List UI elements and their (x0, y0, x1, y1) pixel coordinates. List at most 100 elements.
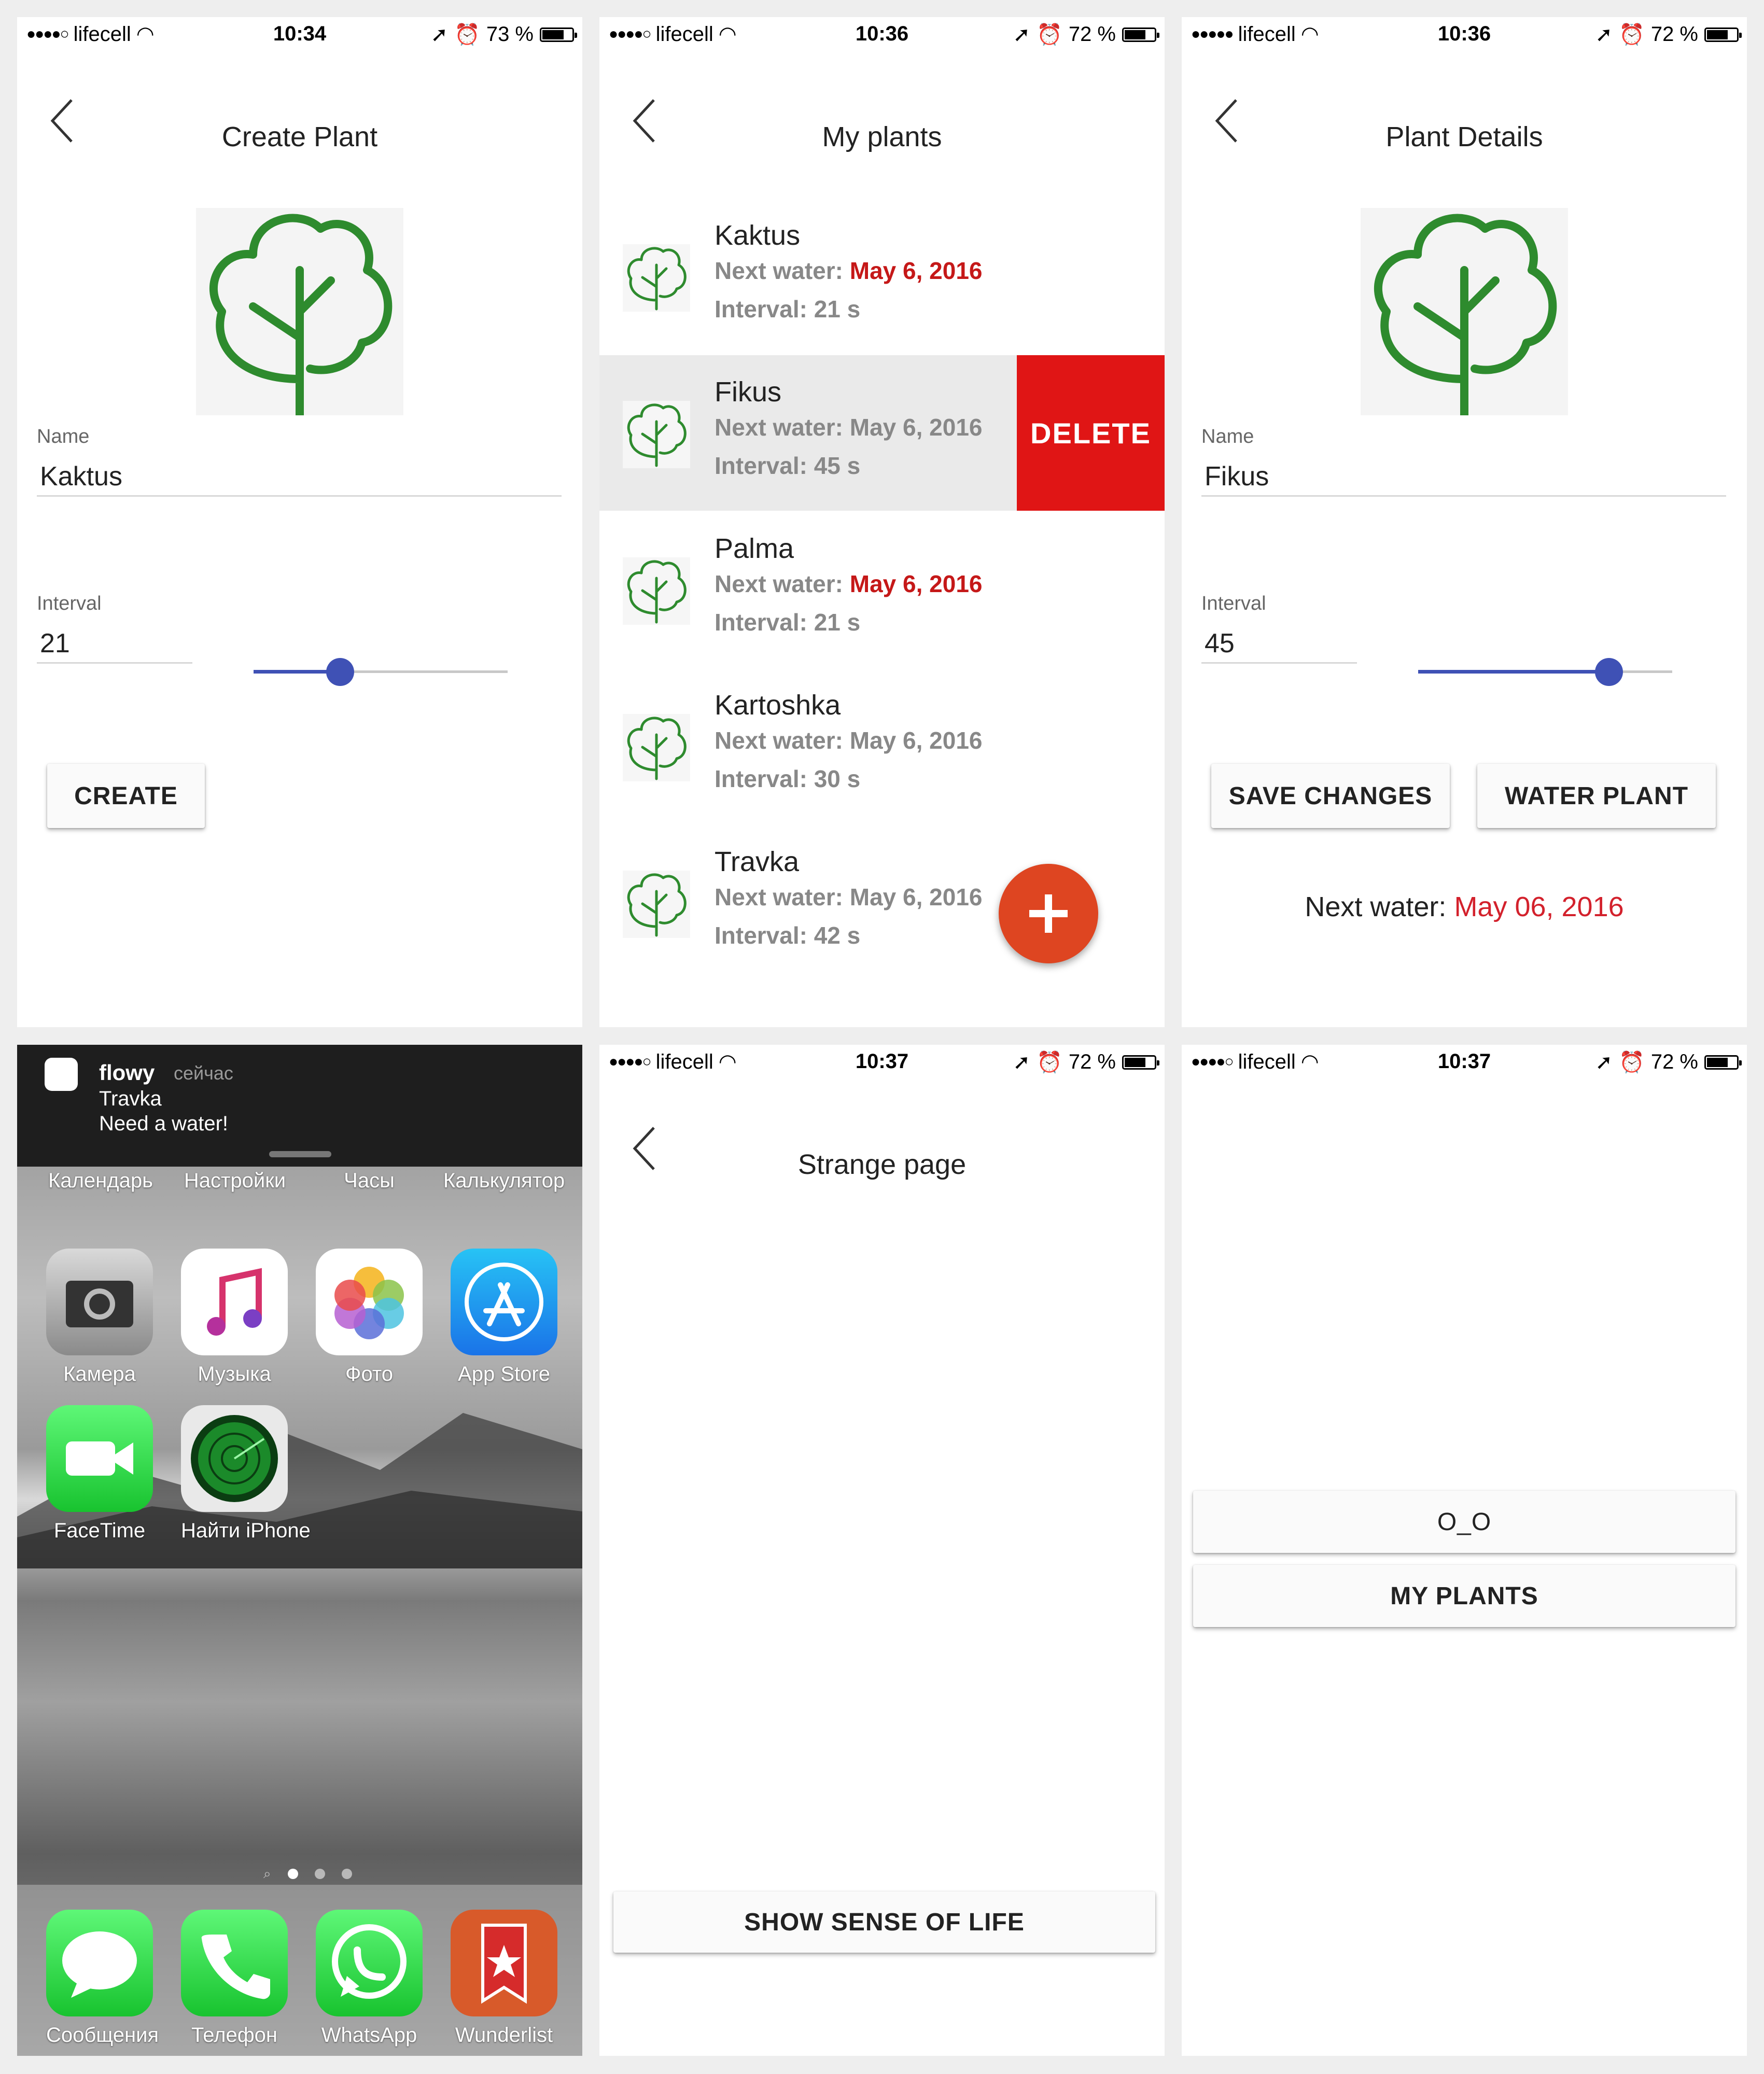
plant-thumbnail (623, 244, 690, 312)
interval-slider[interactable] (254, 658, 508, 686)
battery-icon (540, 27, 577, 42)
app-camera[interactable]: Камера (46, 1249, 153, 1386)
plant-row[interactable]: Kaktus Next water: May 6, 2016 Interval: 2… (599, 199, 1165, 354)
plant-interval: Interval: 21 s (715, 296, 861, 323)
battery-percent: 73 % (486, 23, 534, 46)
plant-name: Fikus (715, 376, 782, 408)
create-plant-screen: ●●●●○ lifecell ◠ 10:34 ➚ ⏰ 73 % Create Plant… (17, 17, 582, 1027)
next-water-date: May 6, 2016 (849, 257, 983, 284)
tree-icon (627, 560, 687, 624)
status-bar: ●●●●○ lifecell ◠ 10:34 ➚ ⏰ 73 % (17, 17, 582, 53)
plant-interval: Interval: 21 s (715, 609, 861, 636)
next-water-date: May 06, 2016 (1454, 891, 1624, 922)
app-label-settings: Настройки (184, 1169, 286, 1192)
notification-handle[interactable] (269, 1151, 331, 1157)
plant-thumbnail (623, 401, 690, 468)
delete-button[interactable]: DELETE (1017, 355, 1165, 511)
app-whatsapp[interactable]: WhatsApp (316, 1910, 423, 2047)
plant-next-water: Next water: May 6, 2016 (715, 726, 983, 754)
battery-percent: 72 % (1650, 1050, 1698, 1073)
alarm-icon: ⏰ (1037, 1051, 1062, 1074)
plant-interval: Interval: 42 s (715, 922, 861, 949)
plant-tree-icon[interactable] (196, 208, 403, 419)
plant-row[interactable]: Fikus Next water: May 6, 2016 Interval: 45… (599, 355, 1165, 511)
status-bar: ●●●●○ lifecell ◠ 10:36 ➚ ⏰ 72 % (599, 17, 1165, 53)
alarm-icon: ⏰ (1619, 1051, 1645, 1074)
notification-banner[interactable]: flowy сейчас Travka Need a water! (17, 1045, 582, 1167)
app-label: Сообщения (46, 2024, 159, 2047)
battery-icon (1704, 1055, 1742, 1070)
next-water-label: Next water: (715, 257, 843, 284)
tree-icon (1374, 214, 1557, 419)
page-indicator[interactable]: ⌕ (263, 1866, 352, 1882)
app-label-clock: Часы (344, 1169, 395, 1192)
plant-name: Palma (715, 533, 794, 564)
plant-thumbnail (623, 714, 690, 781)
water-plant-button[interactable]: WATER PLANT (1477, 764, 1716, 828)
tree-icon (209, 214, 393, 419)
app-wunderlist[interactable]: Wunderlist (451, 1910, 557, 2047)
plant-row[interactable]: Kartoshka Next water: May 6, 2016 Interval… (599, 668, 1165, 824)
app-messages[interactable]: Сообщения (46, 1910, 159, 2047)
o-o-button[interactable]: O_O (1193, 1491, 1735, 1553)
photos-icon (316, 1249, 423, 1355)
app-label: Wunderlist (455, 2024, 553, 2047)
battery-icon (1122, 27, 1159, 42)
tree-icon (627, 717, 687, 780)
page-title: Plant Details (1385, 121, 1543, 152)
next-water-label: Next water: (715, 727, 843, 754)
my-plants-button[interactable]: MY PLANTS (1193, 1565, 1735, 1627)
plant-name: Travka (715, 846, 800, 877)
next-water-date: May 6, 2016 (849, 570, 983, 597)
facetime-icon (46, 1405, 153, 1512)
battery-icon (1122, 1055, 1159, 1070)
app-appstore[interactable]: App Store (451, 1249, 557, 1386)
interval-input[interactable] (1201, 625, 1357, 664)
home-screen: Календарь Настройки Часы Калькулятор flo… (17, 1045, 582, 2056)
show-sense-of-life-button[interactable]: SHOW SENSE OF LIFE (613, 1891, 1155, 1953)
status-bar: ●●●●● lifecell ◠ 10:36 ➚ ⏰ 72 % (1182, 17, 1747, 53)
app-phone[interactable]: Телефон (181, 1910, 288, 2047)
plant-thumbnail (623, 871, 690, 938)
slider-thumb[interactable] (326, 658, 354, 686)
flowy-app-icon (45, 1058, 78, 1091)
name-input[interactable] (37, 458, 562, 497)
plant-next-water: Next water: May 6, 2016 (715, 883, 983, 911)
name-input[interactable] (1201, 458, 1726, 497)
page-title: My plants (822, 121, 942, 152)
next-water-label: Next water: (715, 884, 843, 910)
tree-icon (627, 403, 687, 467)
battery-percent: 72 % (1068, 1050, 1116, 1073)
app-label: Найти iPhone (181, 1519, 311, 1542)
add-plant-button[interactable] (999, 864, 1098, 963)
next-water-label: Next water: (1305, 891, 1447, 922)
plant-thumbnail (623, 557, 690, 625)
location-icon: ➚ (1595, 1050, 1613, 1074)
page-dot (341, 1869, 352, 1879)
location-icon: ➚ (1595, 23, 1613, 46)
whatsapp-icon (316, 1910, 423, 2016)
slider-thumb[interactable] (1594, 658, 1623, 686)
save-changes-button[interactable]: SAVE CHANGES (1211, 764, 1450, 828)
wunderlist-icon (451, 1910, 557, 2016)
plant-row[interactable]: Palma Next water: May 6, 2016 Interval: 21… (599, 512, 1165, 667)
app-find-iphone[interactable]: Найти iPhone (181, 1405, 311, 1543)
create-button[interactable]: CREATE (47, 764, 205, 828)
app-facetime[interactable]: FaceTime (46, 1405, 153, 1543)
app-label: Фото (345, 1363, 393, 1385)
menu-screen: ●●●●○ lifecell ◠ 10:37 ➚ ⏰ 72 % O_O MY PLANT… (1182, 1045, 1747, 2056)
interval-input[interactable] (37, 625, 192, 664)
interval-label: Interval (1201, 593, 1266, 614)
notification-time: сейчас (174, 1062, 233, 1084)
my-plants-screen: ●●●●○ lifecell ◠ 10:36 ➚ ⏰ 72 % My plants Ka… (599, 17, 1165, 1027)
app-label: WhatsApp (321, 2024, 417, 2047)
app-music[interactable]: Музыка (181, 1249, 288, 1386)
plant-next-water: Next water: May 6, 2016 (715, 570, 983, 598)
page-dot (287, 1869, 298, 1879)
interval-slider[interactable] (1418, 658, 1672, 686)
location-icon: ➚ (430, 23, 449, 46)
page-dot (314, 1869, 325, 1879)
app-photos[interactable]: Фото (316, 1249, 423, 1386)
name-label: Name (37, 426, 90, 447)
plant-tree-icon[interactable] (1361, 208, 1568, 419)
